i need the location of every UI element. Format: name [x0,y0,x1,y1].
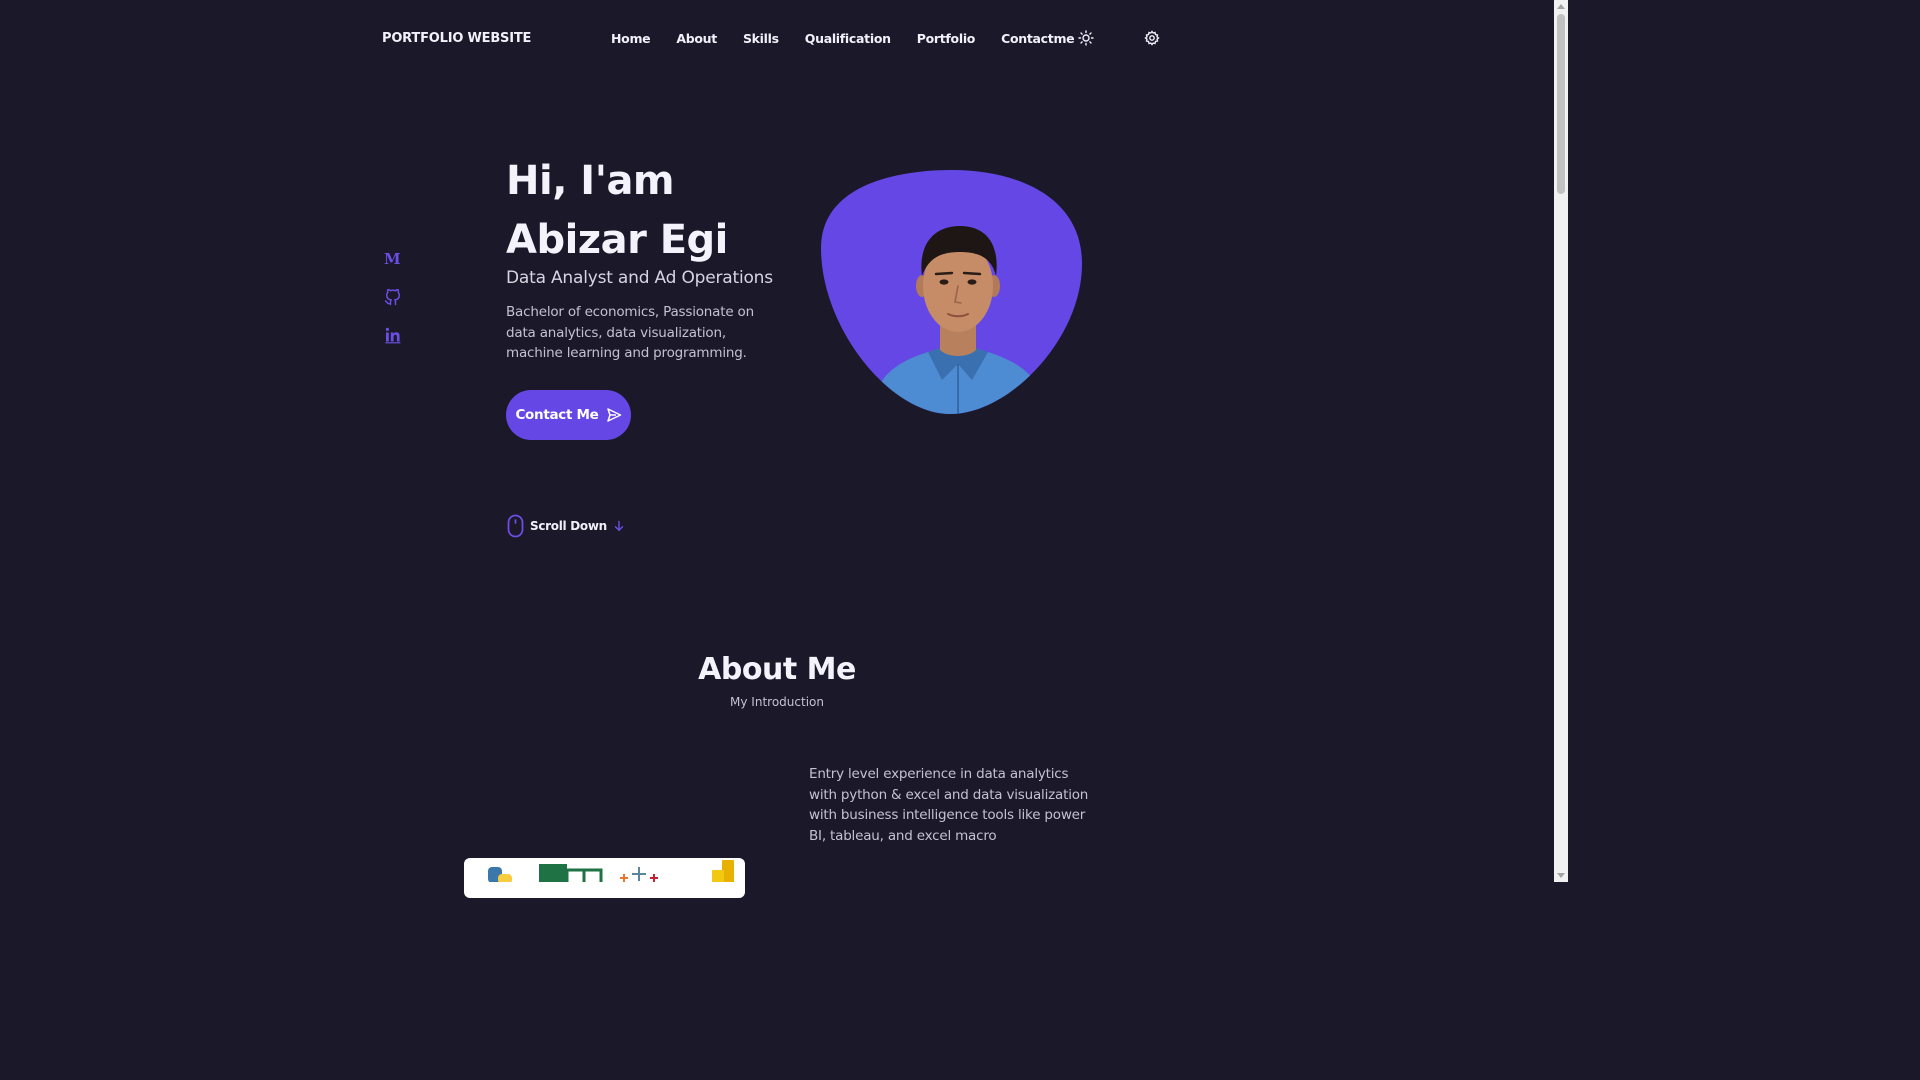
nav-about[interactable]: About [676,31,717,46]
scroll-up-arrow[interactable] [1557,4,1565,9]
nav-home[interactable]: Home [611,31,651,46]
tableau-logo [620,867,658,882]
powerbi-logo [712,860,734,884]
hero-title-line1: Hi, I'am [506,158,675,204]
page-scrollbar[interactable] [1554,0,1568,882]
scrollbar-thumb[interactable] [1557,14,1565,194]
hero-subtitle: Data Analyst and Ad Operations [506,268,773,288]
scroll-down-link[interactable]: Scroll Down [507,514,625,538]
hero-title-line2: Abizar Egi [506,217,728,263]
mouse-icon [507,514,524,538]
nav-qualification[interactable]: Qualification [805,31,891,46]
python-logo [488,867,512,884]
send-icon [606,408,621,422]
sun-icon[interactable] [1078,30,1094,46]
site-logo[interactable]: PORTFOLIO WEBSITE [382,31,531,46]
gear-icon[interactable] [1144,30,1160,46]
linkedin-icon[interactable] [384,326,402,344]
contact-me-button[interactable]: Contact Me [506,390,631,440]
social-links: M [384,250,402,364]
excel-logo [539,864,603,886]
about-subtitle: My Introduction [730,695,824,709]
main-nav: Home About Skills Qualification Portfoli… [611,31,1100,46]
github-icon[interactable] [384,288,402,306]
medium-icon[interactable]: M [384,250,402,268]
scroll-down-arrow[interactable] [1557,873,1565,878]
arrow-down-icon [614,520,624,532]
tools-logos-image [464,858,745,898]
nav-portfolio[interactable]: Portfolio [917,31,976,46]
nav-contactme[interactable]: Contactme [1001,31,1075,46]
about-title: About Me [698,652,856,687]
profile-photo [821,170,1082,414]
nav-skills[interactable]: Skills [743,31,779,46]
hero-title: Hi, I'am Abizar Egi [506,152,728,270]
hero-description: Bachelor of economics, Passionate on dat… [506,304,754,361]
scroll-down-label: Scroll Down [530,519,607,533]
contact-me-label: Contact Me [515,407,599,423]
about-description: Entry level experience in data analytics… [809,766,1089,844]
